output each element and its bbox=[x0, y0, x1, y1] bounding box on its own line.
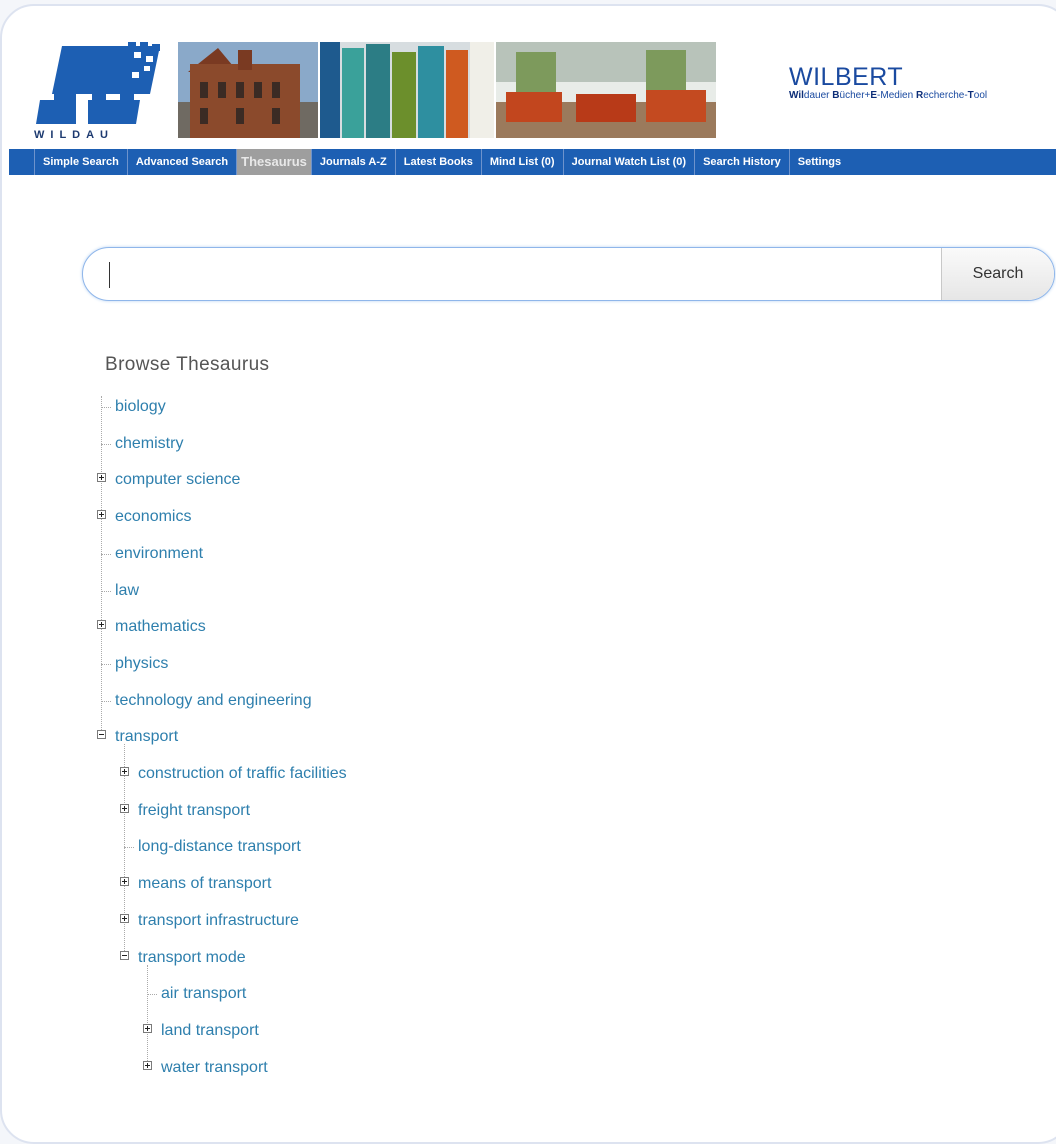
header: WILDAU WILBERT Wildauer Bücher+E-Medien … bbox=[2, 6, 1056, 149]
tree-node-label[interactable]: biology bbox=[115, 396, 166, 418]
brand-subtitle: Wildauer Bücher+E-Medien Recherche-Tool bbox=[789, 90, 987, 101]
brand-title: WILBERT bbox=[789, 63, 904, 91]
brand-sub-1: dauer bbox=[803, 90, 833, 101]
brand-sub-5: -Medien bbox=[877, 90, 916, 101]
expand-plus-icon[interactable] bbox=[143, 1024, 152, 1033]
tree-node-label[interactable]: long-distance transport bbox=[138, 836, 301, 858]
tree-node-label[interactable]: transport bbox=[115, 726, 178, 748]
th-wildau-logo[interactable]: WILDAU bbox=[32, 42, 167, 140]
tree-connector bbox=[124, 847, 134, 848]
collapse-minus-icon[interactable] bbox=[120, 951, 129, 960]
tree-node-label[interactable]: transport mode bbox=[138, 947, 246, 969]
tree-guide-line bbox=[101, 396, 102, 730]
brand-sub-7: echerche- bbox=[923, 90, 968, 101]
search-button[interactable]: Search bbox=[941, 248, 1054, 300]
tree-guide-line bbox=[124, 744, 125, 959]
tree-guide-line bbox=[147, 965, 148, 1069]
expand-plus-icon[interactable] bbox=[120, 877, 129, 886]
expand-plus-icon[interactable] bbox=[120, 804, 129, 813]
tree-node-label[interactable]: mathematics bbox=[115, 616, 206, 638]
tree-connector bbox=[147, 994, 157, 995]
tree-node-label[interactable]: computer science bbox=[115, 469, 240, 491]
tree-node-label[interactable]: air transport bbox=[161, 983, 246, 1005]
nav-search-history[interactable]: Search History bbox=[694, 149, 789, 175]
tree-connector bbox=[101, 407, 111, 408]
search-input[interactable] bbox=[109, 256, 933, 294]
page-frame: WILDAU WILBERT Wildauer Bücher+E-Medien … bbox=[0, 4, 1056, 1144]
brand: WILBERT Wildauer Bücher+E-Medien Recherc… bbox=[789, 64, 987, 101]
main-nav: Simple Search Advanced Search Thesaurus … bbox=[9, 149, 1056, 175]
nav-mind-list[interactable]: Mind List (0) bbox=[480, 149, 563, 175]
brand-sub-3: ücher+ bbox=[839, 90, 871, 101]
nav-latest-books[interactable]: Latest Books bbox=[394, 149, 481, 175]
tree-node-label[interactable]: transport infrastructure bbox=[138, 910, 299, 932]
nav-advanced-search[interactable]: Advanced Search bbox=[126, 149, 236, 175]
tree-node-label[interactable]: means of transport bbox=[138, 873, 271, 895]
logo-text: WILDAU bbox=[34, 129, 114, 140]
tree-node-label[interactable]: freight transport bbox=[138, 800, 250, 822]
header-photo-library bbox=[496, 42, 716, 138]
text-caret bbox=[109, 262, 110, 288]
tree-connector bbox=[101, 701, 111, 702]
search-bar: Search bbox=[82, 247, 1055, 301]
tree-connector bbox=[101, 664, 111, 665]
tree-node-label[interactable]: chemistry bbox=[115, 433, 183, 455]
expand-plus-icon[interactable] bbox=[97, 510, 106, 519]
collapse-minus-icon[interactable] bbox=[97, 730, 106, 739]
expand-plus-icon[interactable] bbox=[97, 473, 106, 482]
expand-plus-icon[interactable] bbox=[120, 767, 129, 776]
tree-node-label[interactable]: technology and engineering bbox=[115, 690, 312, 712]
nav-thesaurus[interactable]: Thesaurus bbox=[236, 149, 311, 175]
nav-journal-watch-list[interactable]: Journal Watch List (0) bbox=[562, 149, 695, 175]
tree-node-label[interactable]: environment bbox=[115, 543, 203, 565]
header-photo-building bbox=[178, 42, 318, 138]
brand-sub-9: ool bbox=[973, 90, 988, 101]
tree-connector bbox=[101, 444, 111, 445]
nav-simple-search[interactable]: Simple Search bbox=[34, 149, 127, 175]
tree-node-label[interactable]: economics bbox=[115, 506, 191, 528]
tree-node-label[interactable]: water transport bbox=[161, 1057, 268, 1079]
brand-sub-2: B bbox=[832, 90, 840, 101]
header-photo-books bbox=[320, 42, 494, 138]
brand-sub-0: Wil bbox=[789, 90, 804, 101]
nav-settings[interactable]: Settings bbox=[788, 149, 849, 175]
expand-plus-icon[interactable] bbox=[120, 914, 129, 923]
expand-plus-icon[interactable] bbox=[143, 1061, 152, 1070]
browse-thesaurus-heading: Browse Thesaurus bbox=[105, 354, 270, 375]
tree-node-label[interactable]: physics bbox=[115, 653, 168, 675]
expand-plus-icon[interactable] bbox=[97, 620, 106, 629]
tree-connector bbox=[101, 591, 111, 592]
nav-journals-a-z[interactable]: Journals A-Z bbox=[310, 149, 395, 175]
tree-node-label[interactable]: land transport bbox=[161, 1020, 259, 1042]
tree-node-label[interactable]: construction of traffic facilities bbox=[138, 763, 347, 785]
tree-node-label[interactable]: law bbox=[115, 580, 139, 602]
tree-connector bbox=[101, 554, 111, 555]
